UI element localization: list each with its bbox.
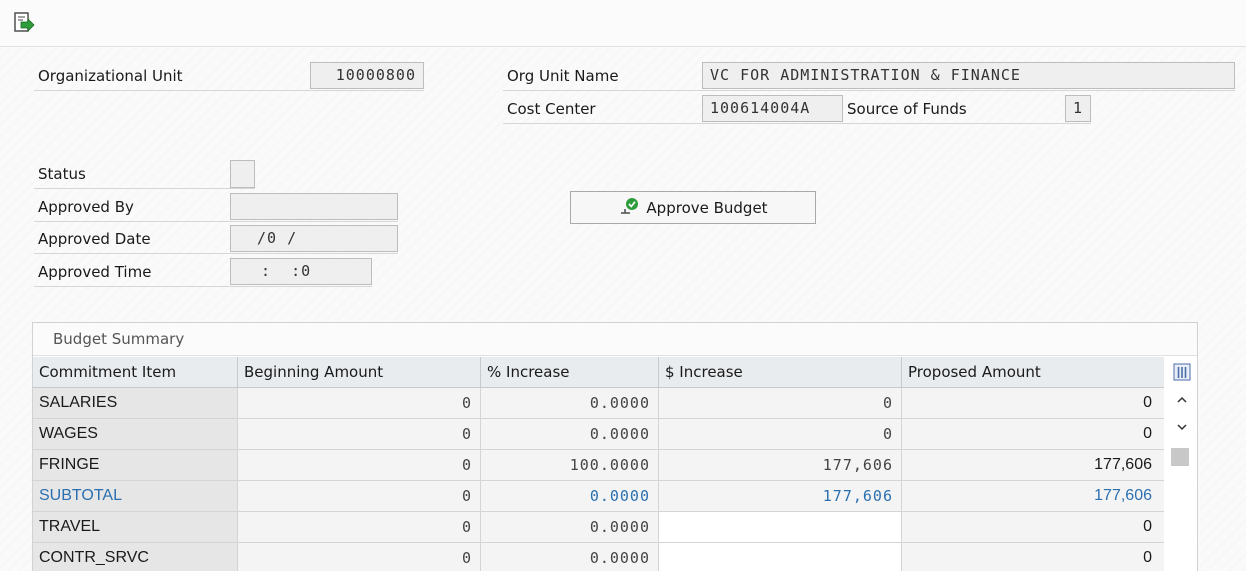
status-label: Status xyxy=(34,159,255,189)
col-beginning-amount[interactable]: Beginning Amount xyxy=(238,357,481,388)
dollar-increase-cell: 177,606 xyxy=(659,481,902,512)
chevron-up-icon[interactable] xyxy=(1172,390,1192,412)
budget-summary-table: Budget Summary Commitment Item Beginning… xyxy=(32,322,1198,571)
approved-time-field[interactable]: : :0 xyxy=(230,258,372,285)
pct-increase-cell[interactable]: 100.0000 xyxy=(481,450,659,481)
proposed-amount-cell: 177,606 xyxy=(902,450,1164,481)
commitment-item-cell: TRAVEL xyxy=(33,512,238,543)
commitment-item-cell: CONTR_SRVC xyxy=(33,543,238,571)
col-proposed-amount[interactable]: Proposed Amount xyxy=(902,357,1164,388)
col-pct-increase[interactable]: % Increase xyxy=(481,357,659,388)
proposed-amount-cell: 0 xyxy=(902,388,1164,419)
pct-increase-cell[interactable]: 0.0000 xyxy=(481,419,659,450)
dollar-increase-cell[interactable]: 0 xyxy=(659,419,902,450)
scrollbar-thumb[interactable] xyxy=(1171,448,1189,466)
beginning-amount-cell: 0 xyxy=(238,543,481,571)
table-row: TRAVEL 0 0.0000 0 xyxy=(33,512,1164,543)
beginning-amount-cell: 0 xyxy=(238,512,481,543)
proposed-amount-cell: 0 xyxy=(902,512,1164,543)
beginning-amount-cell: 0 xyxy=(238,450,481,481)
pct-increase-cell: 0.0000 xyxy=(481,481,659,512)
dollar-increase-input[interactable] xyxy=(659,543,902,571)
commitment-item-cell: SUBTOTAL xyxy=(33,481,238,512)
pct-increase-cell[interactable]: 0.0000 xyxy=(481,512,659,543)
proposed-amount-cell: 177,606 xyxy=(902,481,1164,512)
table-row: FRINGE 0 100.0000 177,606 177,606 xyxy=(33,450,1164,481)
table-row-subtotal: SUBTOTAL 0 0.0000 177,606 177,606 xyxy=(33,481,1164,512)
commitment-item-cell: FRINGE xyxy=(33,450,238,481)
approve-check-icon xyxy=(618,197,640,219)
beginning-amount-cell: 0 xyxy=(238,388,481,419)
org-unit-field[interactable]: 10000800 xyxy=(310,62,424,89)
proposed-amount-cell: 0 xyxy=(902,543,1164,571)
cost-center-field[interactable]: 100614004A xyxy=(702,95,843,122)
chevron-down-icon[interactable] xyxy=(1172,417,1192,439)
pct-increase-cell[interactable]: 0.0000 xyxy=(481,388,659,419)
table-header: Commitment Item Beginning Amount % Incre… xyxy=(33,357,1164,388)
proposed-amount-cell: 0 xyxy=(902,419,1164,450)
pct-increase-cell[interactable]: 0.0000 xyxy=(481,543,659,571)
column-settings-icon[interactable] xyxy=(1172,363,1192,385)
table-scrollbar[interactable] xyxy=(1167,357,1197,571)
beginning-amount-cell: 0 xyxy=(238,481,481,512)
commitment-item-cell: SALARIES xyxy=(33,388,238,419)
approve-budget-button[interactable]: Approve Budget xyxy=(570,191,816,224)
source-of-funds-label: Source of Funds xyxy=(847,100,967,118)
dollar-increase-cell[interactable]: 0 xyxy=(659,388,902,419)
org-unit-name-field[interactable]: VC FOR ADMINISTRATION & FINANCE xyxy=(702,62,1235,89)
dollar-increase-input[interactable] xyxy=(659,512,902,543)
beginning-amount-cell: 0 xyxy=(238,419,481,450)
table-title: Budget Summary xyxy=(33,323,1197,356)
approved-date-field[interactable]: /0 / xyxy=(230,225,398,252)
export-document-icon[interactable] xyxy=(12,11,36,35)
toolbar xyxy=(0,0,1246,47)
dollar-increase-cell[interactable]: 177,606 xyxy=(659,450,902,481)
table-row: SALARIES 0 0.0000 0 0 xyxy=(33,388,1164,419)
table-row: WAGES 0 0.0000 0 0 xyxy=(33,419,1164,450)
col-commitment-item[interactable]: Commitment Item xyxy=(33,357,238,388)
status-field[interactable] xyxy=(230,160,255,188)
table-row: CONTR_SRVC 0 0.0000 0 xyxy=(33,543,1164,571)
source-of-funds-field[interactable]: 1 xyxy=(1065,95,1091,122)
col-dollar-increase[interactable]: $ Increase xyxy=(659,357,902,388)
commitment-item-cell: WAGES xyxy=(33,419,238,450)
approve-budget-label: Approve Budget xyxy=(646,198,768,217)
approved-by-field[interactable] xyxy=(230,193,398,220)
